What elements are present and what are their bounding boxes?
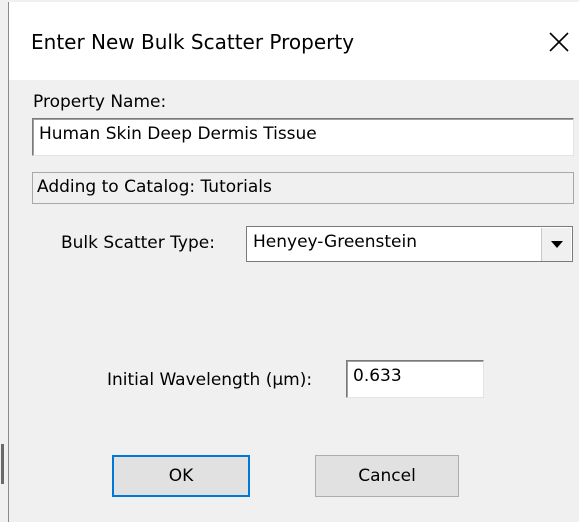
property-name-label: Property Name: [33,92,167,112]
scatter-type-select[interactable]: Henyey-Greenstein [246,226,573,262]
window-edge-marker [1,444,4,484]
close-icon[interactable] [541,24,577,60]
dialog-body: Property Name: Human Skin Deep Dermis Ti… [1,80,579,522]
wavelength-input[interactable]: 0.633 [346,360,484,398]
cancel-button[interactable]: Cancel [315,455,459,497]
catalog-info: Adding to Catalog: Tutorials [32,172,574,204]
dialog-titlebar[interactable]: Enter New Bulk Scatter Property [8,2,579,80]
scatter-type-label: Bulk Scatter Type: [61,233,215,253]
wavelength-label: Initial Wavelength (µm): [107,370,313,390]
dialog-window: Enter New Bulk Scatter Property Property… [0,0,579,522]
property-name-input[interactable]: Human Skin Deep Dermis Tissue [32,118,574,156]
ok-button[interactable]: OK [112,455,250,497]
dialog-title: Enter New Bulk Scatter Property [31,30,355,54]
scatter-type-value: Henyey-Greenstein [253,232,418,252]
chevron-down-icon[interactable] [541,228,571,261]
